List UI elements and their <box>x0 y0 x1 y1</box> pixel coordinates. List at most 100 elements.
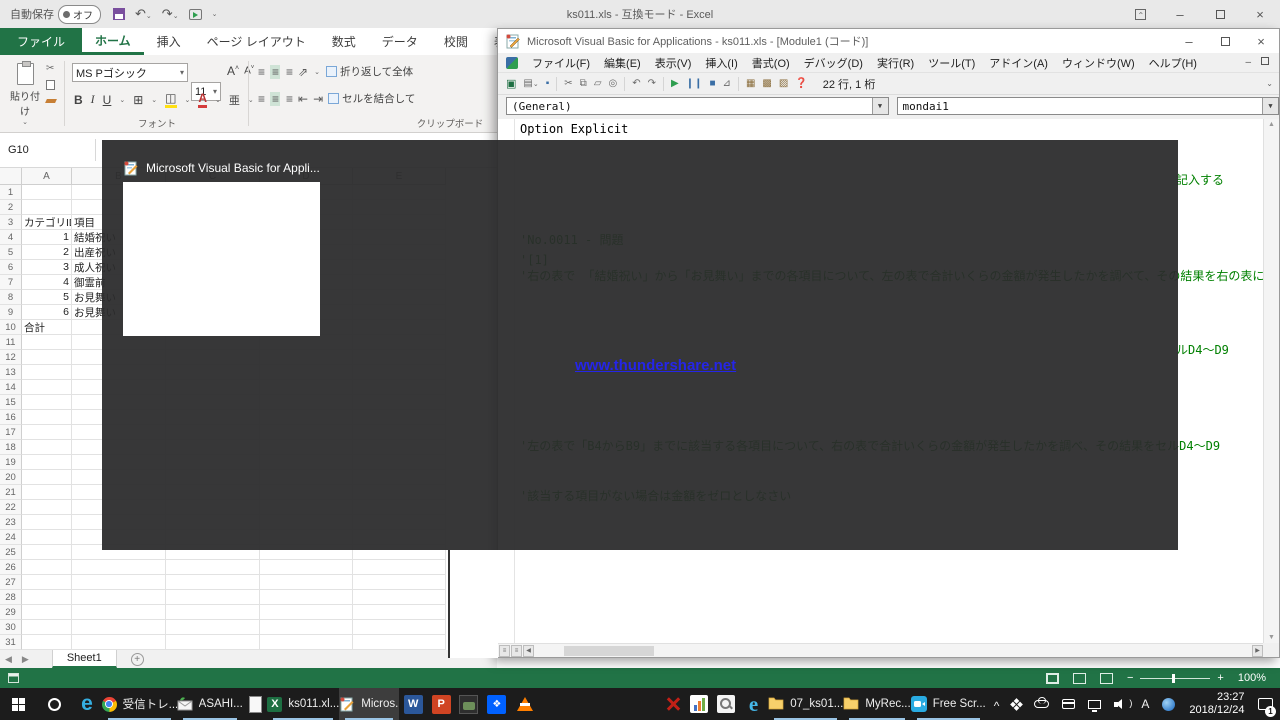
cell[interactable] <box>22 200 72 215</box>
row-header-11[interactable]: 11 <box>0 335 22 350</box>
bold-button[interactable]: B <box>74 93 83 107</box>
row-header-27[interactable]: 27 <box>0 575 22 590</box>
col-header-A[interactable]: A <box>22 168 72 184</box>
cell[interactable]: 合計 <box>22 320 72 335</box>
vba-redo-icon[interactable]: ↷ <box>648 78 656 89</box>
scroll-right-icon[interactable]: ▶ <box>1252 645 1263 657</box>
tray-display-icon[interactable] <box>1088 700 1101 709</box>
row-header-28[interactable]: 28 <box>0 590 22 605</box>
vba-minimize-button[interactable]: – <box>1171 29 1207 53</box>
row-header-20[interactable]: 20 <box>0 470 22 485</box>
cell[interactable] <box>22 365 72 380</box>
cell[interactable] <box>260 635 353 650</box>
vba-menu-0[interactable]: ファイル(F) <box>532 55 590 71</box>
run-macro-icon[interactable]: ▶ <box>671 78 679 89</box>
sheet-nav-right-icon[interactable]: ▶ <box>22 654 29 665</box>
vba-menu-10[interactable]: ヘルプ(H) <box>1149 55 1197 71</box>
cell[interactable] <box>72 605 166 620</box>
merge-cells-button[interactable]: セルを結合して <box>328 91 415 106</box>
taskbar-chart-app[interactable] <box>686 688 712 720</box>
page-layout-view-icon[interactable] <box>1073 673 1086 684</box>
cell[interactable] <box>22 470 72 485</box>
cell[interactable]: 6 <box>22 305 72 320</box>
taskbar-folder-myrec[interactable]: MyRec... <box>843 688 910 720</box>
start-button[interactable] <box>0 688 36 720</box>
row-header-1[interactable]: 1 <box>0 185 22 200</box>
procedure-combo[interactable]: mondai1▼ <box>897 97 1280 115</box>
new-sheet-button[interactable]: + <box>131 653 144 666</box>
name-box[interactable]: G10 <box>0 139 96 161</box>
row-header-7[interactable]: 7 <box>0 275 22 290</box>
reset-icon[interactable]: ■ <box>710 78 716 89</box>
underline-button[interactable]: U <box>103 93 112 107</box>
cell[interactable] <box>353 620 446 635</box>
project-explorer-icon[interactable]: ▦ <box>746 78 755 89</box>
vba-menu-7[interactable]: ツール(T) <box>928 55 975 71</box>
cell[interactable] <box>72 620 166 635</box>
taskbar-powerpoint[interactable]: P <box>427 688 455 720</box>
cell[interactable] <box>353 575 446 590</box>
row-header-6[interactable]: 6 <box>0 260 22 275</box>
taskbar-notes-app[interactable] <box>243 688 268 720</box>
taskbar-folder-ks01[interactable]: 07_ks01... <box>768 688 843 720</box>
cell[interactable]: 3 <box>22 260 72 275</box>
font-name-combo[interactable]: MS Pゴシック▾ <box>72 63 188 82</box>
cell[interactable] <box>22 455 72 470</box>
cell[interactable] <box>72 575 166 590</box>
taskbar-magnifier-app[interactable] <box>712 688 738 720</box>
taskbar-internet-explorer[interactable]: e <box>739 688 769 720</box>
vba-menu-8[interactable]: アドイン(A) <box>989 55 1048 71</box>
redo-icon[interactable]: ↷⌄ <box>162 6 179 22</box>
taskbar-red-app[interactable] <box>660 688 686 720</box>
row-header-3[interactable]: 3 <box>0 215 22 230</box>
cell[interactable] <box>166 575 260 590</box>
zoom-level[interactable]: 100% <box>1238 672 1266 684</box>
switcher-caption-0[interactable]: Microsoft Visual Basic for Appli... <box>123 160 320 176</box>
cell[interactable] <box>353 560 446 575</box>
cell[interactable] <box>22 530 72 545</box>
object-browser-icon[interactable]: ▨ <box>779 78 788 89</box>
cell[interactable] <box>260 605 353 620</box>
cell[interactable] <box>260 590 353 605</box>
row-header-2[interactable]: 2 <box>0 200 22 215</box>
row-header-24[interactable]: 24 <box>0 530 22 545</box>
scroll-left-icon[interactable]: ◀ <box>523 645 534 657</box>
row-header-12[interactable]: 12 <box>0 350 22 365</box>
cell[interactable] <box>72 560 166 575</box>
vba-menu-2[interactable]: 表示(V) <box>655 55 692 71</box>
row-header-21[interactable]: 21 <box>0 485 22 500</box>
object-combo[interactable]: (General)▼ <box>506 97 889 115</box>
ribbon-tab-5[interactable]: データ <box>369 28 431 55</box>
cell[interactable] <box>22 515 72 530</box>
taskbar-excel[interactable]: X ks011.xl... <box>267 688 339 720</box>
cell[interactable] <box>22 635 72 650</box>
page-break-view-icon[interactable] <box>1100 673 1113 684</box>
row-header-25[interactable]: 25 <box>0 545 22 560</box>
wrap-text-button[interactable]: 折り返して全体 <box>326 64 413 79</box>
align-bottom-icon[interactable]: ≡ <box>286 65 292 79</box>
cell[interactable] <box>22 590 72 605</box>
split-handle[interactable]: ≡ <box>499 645 510 657</box>
borders-button[interactable]: ⊞ <box>133 93 143 107</box>
toolbar-overflow-icon[interactable]: ⌄ <box>1266 79 1273 88</box>
taskbar-photo-app[interactable] <box>455 688 483 720</box>
row-header-29[interactable]: 29 <box>0 605 22 620</box>
cell[interactable] <box>22 620 72 635</box>
cell[interactable] <box>22 440 72 455</box>
row-header-30[interactable]: 30 <box>0 620 22 635</box>
row-header-23[interactable]: 23 <box>0 515 22 530</box>
row-header-19[interactable]: 19 <box>0 455 22 470</box>
qat-customize-icon[interactable]: ⌄ <box>212 10 218 18</box>
vba-menu-6[interactable]: 実行(R) <box>877 55 914 71</box>
switcher-thumbnail-0[interactable] <box>123 182 320 336</box>
design-mode-icon[interactable]: ⊿ <box>723 78 731 89</box>
cell[interactable] <box>260 575 353 590</box>
status-left-icon[interactable] <box>8 673 19 683</box>
align-right-icon[interactable]: ≡ <box>286 92 292 106</box>
tray-ime-indicator[interactable]: A <box>1141 697 1149 711</box>
cell[interactable] <box>22 410 72 425</box>
vba-menu-9[interactable]: ウィンドウ(W) <box>1062 55 1135 71</box>
tray-volume-icon[interactable]: ) <box>1114 699 1128 710</box>
cell[interactable] <box>22 425 72 440</box>
cell[interactable] <box>166 590 260 605</box>
